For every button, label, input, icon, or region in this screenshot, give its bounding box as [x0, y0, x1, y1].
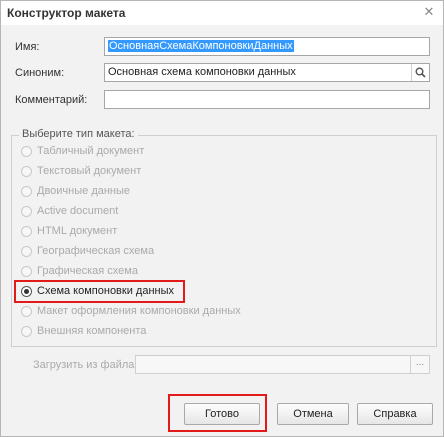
- layout-designer-dialog: Конструктор макета ✕ Имя: ОсновнаяСхемаК…: [0, 0, 444, 437]
- radio-option-binary[interactable]: Двоичные данные: [21, 183, 130, 199]
- radio-label: Active document: [37, 205, 119, 217]
- title-bar: Конструктор макета ✕: [1, 1, 443, 25]
- synonym-value: Основная схема компоновки данных: [108, 66, 296, 78]
- help-button[interactable]: Справка: [357, 403, 433, 425]
- name-label: Имя:: [15, 41, 40, 53]
- radio-label: Географическая схема: [37, 245, 155, 257]
- browse-button[interactable]: ...: [410, 356, 429, 373]
- load-file-label: Загрузить из файла:: [33, 359, 138, 371]
- radio-option-spreadsheet[interactable]: Табличный документ: [21, 143, 144, 159]
- radio-label: Двоичные данные: [37, 185, 131, 197]
- close-icon[interactable]: ✕: [421, 4, 437, 20]
- comment-field[interactable]: [104, 90, 430, 109]
- radio-icon: [21, 145, 32, 157]
- radio-option-text[interactable]: Текстовый документ: [21, 163, 141, 179]
- highlight-box-option: [14, 280, 185, 303]
- dialog-title: Конструктор макета: [7, 6, 126, 20]
- synonym-label: Синоним:: [15, 67, 65, 79]
- cancel-button[interactable]: Отмена: [277, 403, 349, 425]
- radio-label: Внешняя компонента: [37, 325, 147, 337]
- radio-icon: [21, 305, 32, 317]
- highlight-box-done: [168, 394, 267, 432]
- radio-label: Табличный документ: [37, 145, 145, 157]
- radio-label: HTML документ: [37, 225, 118, 237]
- radio-label: Макет оформления компоновки данных: [37, 305, 241, 317]
- radio-option-html[interactable]: HTML документ: [21, 223, 117, 239]
- search-icon[interactable]: [411, 64, 429, 81]
- radio-option-composition-appearance[interactable]: Макет оформления компоновки данных: [21, 303, 241, 319]
- layout-type-group-title: Выберите тип макета:: [19, 128, 138, 140]
- load-file-field[interactable]: ...: [135, 355, 430, 374]
- synonym-field[interactable]: Основная схема компоновки данных: [104, 63, 430, 82]
- radio-label: Графическая схема: [37, 265, 138, 277]
- radio-icon: [21, 185, 32, 197]
- radio-label: Текстовый документ: [37, 165, 142, 177]
- radio-option-graphic-schema[interactable]: Графическая схема: [21, 263, 138, 279]
- comment-label: Комментарий:: [15, 94, 88, 106]
- radio-icon: [21, 325, 32, 337]
- radio-icon: [21, 245, 32, 257]
- radio-icon: [21, 165, 32, 177]
- radio-icon: [21, 265, 32, 277]
- radio-option-external-component[interactable]: Внешняя компонента: [21, 323, 146, 339]
- name-value: ОсновнаяСхемаКомпоновкиДанных: [108, 40, 294, 52]
- radio-option-active-document[interactable]: Active document: [21, 203, 118, 219]
- name-field[interactable]: ОсновнаяСхемаКомпоновкиДанных: [104, 37, 430, 56]
- radio-option-geo-schema[interactable]: Географическая схема: [21, 243, 154, 259]
- radio-icon: [21, 225, 32, 237]
- radio-icon: [21, 205, 32, 217]
